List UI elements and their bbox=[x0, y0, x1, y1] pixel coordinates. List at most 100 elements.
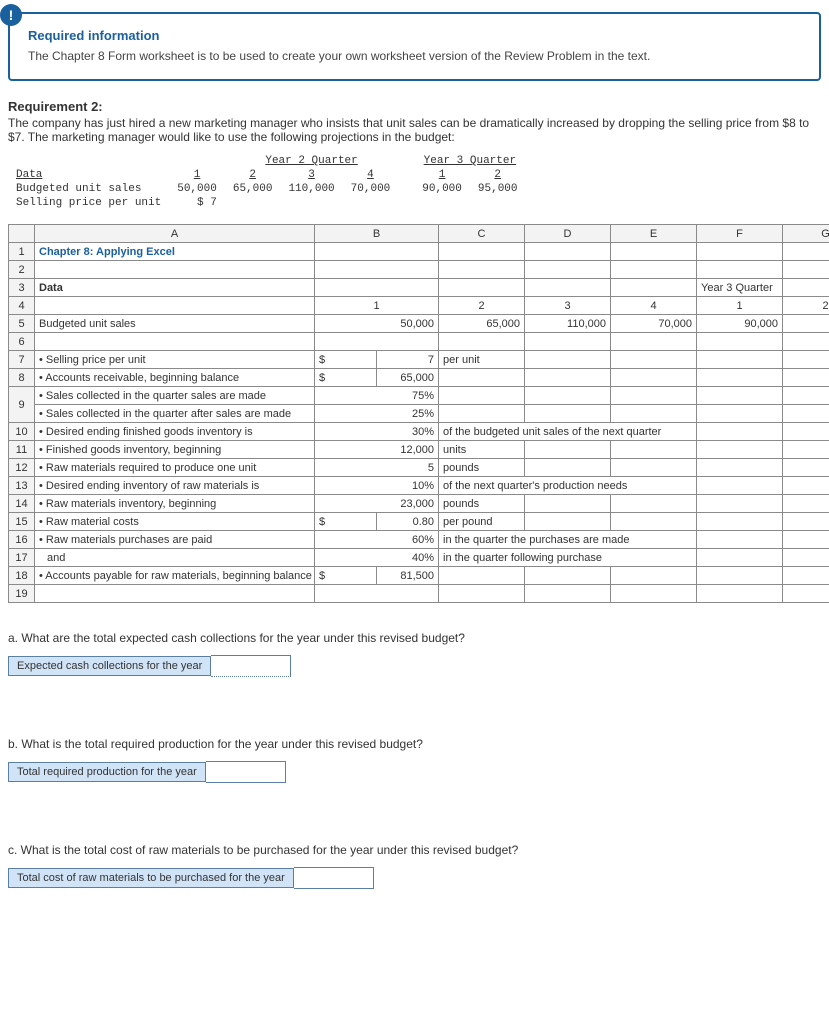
row-7: 7 bbox=[9, 351, 35, 369]
row-3: 3 bbox=[9, 279, 35, 297]
answer-c-label: Total cost of raw materials to be purcha… bbox=[8, 868, 294, 888]
col-E: E bbox=[611, 225, 697, 243]
answer-b-input[interactable] bbox=[206, 761, 286, 783]
cell-C15: per pound bbox=[439, 513, 525, 531]
question-a: a. What are the total expected cash coll… bbox=[8, 631, 821, 645]
proj-v6: 95,000 bbox=[470, 182, 526, 196]
cell-D5: 110,000 bbox=[525, 315, 611, 333]
cell-C17: in the quarter following purchase bbox=[439, 549, 697, 567]
cell-A3: Data bbox=[35, 279, 315, 297]
excel-spreadsheet: A B C D E F G 1 Chapter 8: Applying Exce… bbox=[8, 224, 829, 603]
cell-B10: 30% bbox=[315, 423, 439, 441]
cell-A9b: • Sales collected in the quarter after s… bbox=[35, 405, 315, 423]
proj-row-budgeted: Budgeted unit sales bbox=[8, 182, 169, 196]
cell-C16: in the quarter the purchases are made bbox=[439, 531, 697, 549]
cell-A7: • Selling price per unit bbox=[35, 351, 315, 369]
row-13: 13 bbox=[9, 477, 35, 495]
proj-v5: 90,000 bbox=[414, 182, 470, 196]
cell-E5: 70,000 bbox=[611, 315, 697, 333]
cell-B12: 5 bbox=[315, 459, 439, 477]
requirement-2-body: The company has just hired a new marketi… bbox=[8, 116, 821, 144]
cell-E4: 4 bbox=[611, 297, 697, 315]
row-4: 4 bbox=[9, 297, 35, 315]
question-b: b. What is the total required production… bbox=[8, 737, 821, 751]
col-C: C bbox=[439, 225, 525, 243]
col-F: F bbox=[697, 225, 783, 243]
required-info-box: ! Required information The Chapter 8 For… bbox=[8, 12, 821, 81]
cell-B15-dollar: $ bbox=[315, 513, 377, 531]
answer-a-label: Expected cash collections for the year bbox=[8, 656, 211, 676]
required-info-title: Required information bbox=[28, 28, 801, 43]
cell-C14: pounds bbox=[439, 495, 525, 513]
answer-b-label: Total required production for the year bbox=[8, 762, 206, 782]
cell-B18: 81,500 bbox=[377, 567, 439, 585]
col-G: G bbox=[783, 225, 829, 243]
row-19: 19 bbox=[9, 585, 35, 603]
proj-col-5: 1 bbox=[414, 168, 470, 182]
cell-G5: 95,000 bbox=[783, 315, 829, 333]
cell-A11: • Finished goods inventory, beginning bbox=[35, 441, 315, 459]
cell-A17: and bbox=[35, 549, 315, 567]
cell-C10: of the budgeted unit sales of the next q… bbox=[439, 423, 697, 441]
cell-B9a: 75% bbox=[315, 387, 439, 405]
alert-icon: ! bbox=[0, 4, 22, 26]
cell-F3: Year 3 Quarter bbox=[697, 279, 783, 297]
row-1: 1 bbox=[9, 243, 35, 261]
proj-col-3: 3 bbox=[280, 168, 342, 182]
proj-v4: 70,000 bbox=[343, 182, 399, 196]
row-14: 14 bbox=[9, 495, 35, 513]
cell-B16: 60% bbox=[315, 531, 439, 549]
cell-B4: 1 bbox=[315, 297, 439, 315]
cell-A18: • Accounts payable for raw materials, be… bbox=[35, 567, 315, 585]
required-info-text: The Chapter 8 Form worksheet is to be us… bbox=[28, 49, 801, 63]
requirement-2-heading: Requirement 2: bbox=[8, 99, 821, 114]
row-2: 2 bbox=[9, 261, 35, 279]
proj-col-4: 4 bbox=[343, 168, 399, 182]
cell-D4: 3 bbox=[525, 297, 611, 315]
row-12: 12 bbox=[9, 459, 35, 477]
answer-c-input[interactable] bbox=[294, 867, 374, 889]
cell-F5: 90,000 bbox=[697, 315, 783, 333]
row-11: 11 bbox=[9, 441, 35, 459]
cell-B14: 23,000 bbox=[315, 495, 439, 513]
cell-B5: 50,000 bbox=[315, 315, 439, 333]
cell-B17: 40% bbox=[315, 549, 439, 567]
row-17: 17 bbox=[9, 549, 35, 567]
cell-C4: 2 bbox=[439, 297, 525, 315]
cell-A9a: • Sales collected in the quarter sales a… bbox=[35, 387, 315, 405]
col-D: D bbox=[525, 225, 611, 243]
cell-A14: • Raw materials inventory, beginning bbox=[35, 495, 315, 513]
proj-year3-header: Year 3 Quarter bbox=[414, 154, 525, 168]
cell-A13: • Desired ending inventory of raw materi… bbox=[35, 477, 315, 495]
col-B: B bbox=[315, 225, 439, 243]
cell-G4: 2 bbox=[783, 297, 829, 315]
row-15: 15 bbox=[9, 513, 35, 531]
cell-A1: Chapter 8: Applying Excel bbox=[35, 243, 315, 261]
col-A: A bbox=[35, 225, 315, 243]
row-9: 9 bbox=[9, 387, 35, 423]
cell-B7-dollar: $ bbox=[315, 351, 377, 369]
cell-F4: 1 bbox=[697, 297, 783, 315]
proj-col-2: 2 bbox=[225, 168, 281, 182]
proj-v1: 50,000 bbox=[169, 182, 225, 196]
cell-B7: 7 bbox=[377, 351, 439, 369]
answer-a-input[interactable] bbox=[211, 655, 291, 677]
cell-C13: of the next quarter's production needs bbox=[439, 477, 697, 495]
corner-cell bbox=[9, 225, 35, 243]
proj-v3: 110,000 bbox=[280, 182, 342, 196]
cell-B18-dollar: $ bbox=[315, 567, 377, 585]
cell-A15: • Raw material costs bbox=[35, 513, 315, 531]
row-18: 18 bbox=[9, 567, 35, 585]
cell-C12: pounds bbox=[439, 459, 525, 477]
cell-A10: • Desired ending finished goods inventor… bbox=[35, 423, 315, 441]
cell-B13: 10% bbox=[315, 477, 439, 495]
proj-row-price: Selling price per unit bbox=[8, 196, 169, 210]
cell-A16: • Raw materials purchases are paid bbox=[35, 531, 315, 549]
row-6: 6 bbox=[9, 333, 35, 351]
cell-B15: 0.80 bbox=[377, 513, 439, 531]
question-c: c. What is the total cost of raw materia… bbox=[8, 843, 821, 857]
proj-col-6: 2 bbox=[470, 168, 526, 182]
cell-A8: • Accounts receivable, beginning balance bbox=[35, 369, 315, 387]
proj-year2-header: Year 2 Quarter bbox=[225, 154, 398, 168]
proj-data-header: Data bbox=[8, 168, 169, 182]
